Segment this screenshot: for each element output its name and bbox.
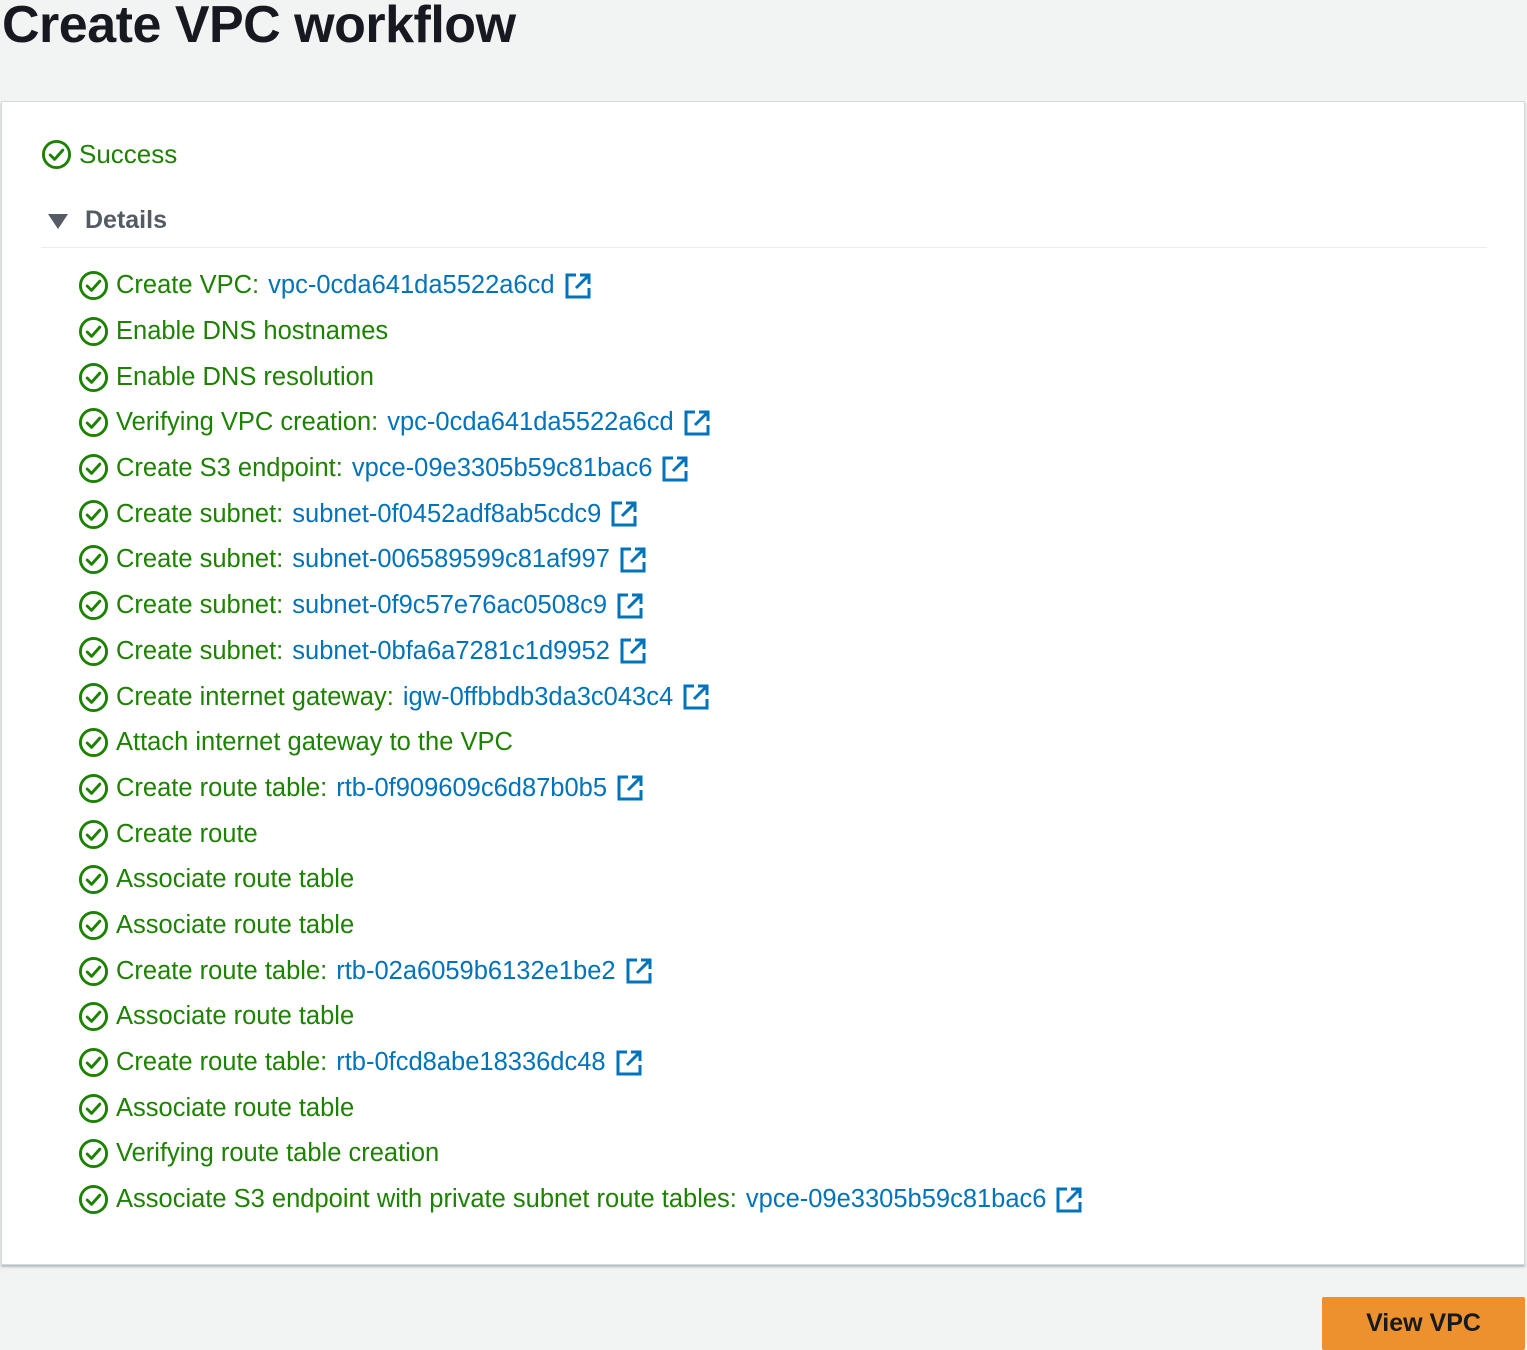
step-label: Create S3 endpoint: (116, 454, 343, 483)
external-link-icon[interactable] (1055, 1186, 1083, 1214)
external-link-icon[interactable] (619, 637, 647, 665)
resource-link[interactable]: subnet-006589599c81af997 (292, 545, 610, 574)
step-item: Enable DNS resolution (78, 354, 1083, 400)
external-link-icon[interactable] (625, 957, 653, 985)
external-link-icon[interactable] (564, 272, 592, 300)
step-item: Associate route table (78, 1085, 1083, 1131)
resource-link[interactable]: vpc-0cda641da5522a6cd (268, 271, 554, 300)
check-circle-icon (78, 682, 109, 712)
step-label: Create subnet: (116, 499, 284, 528)
step-label: Create subnet: (116, 636, 284, 665)
external-link-icon[interactable] (619, 546, 647, 574)
check-circle-icon (78, 317, 109, 347)
step-label: Verifying VPC creation: (116, 408, 379, 437)
check-circle-icon (78, 636, 109, 666)
step-item: Verifying VPC creation: vpc-0cda641da5522… (78, 400, 1083, 446)
check-circle-icon (78, 819, 109, 849)
step-item: Create subnet: subnet-006589599c81af997 (78, 537, 1083, 583)
view-vpc-button[interactable]: View VPC (1322, 1297, 1525, 1350)
step-label: Attach internet gateway to the VPC (116, 728, 513, 757)
check-circle-icon (78, 408, 109, 438)
resource-link[interactable]: rtb-02a6059b6132e1be2 (336, 957, 615, 986)
external-link-icon[interactable] (616, 592, 644, 620)
step-item: Create VPC: vpc-0cda641da5522a6cd (78, 263, 1083, 309)
step-label: Enable DNS hostnames (116, 317, 389, 346)
resource-link[interactable]: igw-0ffbbdb3da3c043c4 (403, 683, 673, 712)
step-label: Create subnet: (116, 591, 284, 620)
step-item: Associate S3 endpoint with private subne… (78, 1177, 1083, 1223)
check-circle-icon (78, 728, 109, 758)
check-circle-icon (78, 1185, 109, 1215)
step-item: Associate route table (78, 994, 1083, 1040)
step-label: Create subnet: (116, 545, 284, 574)
check-circle-icon (78, 591, 109, 621)
step-label: Associate route table (116, 865, 355, 894)
check-circle-icon (78, 1048, 109, 1078)
external-link-icon[interactable] (610, 500, 638, 528)
check-circle-icon (78, 910, 109, 940)
check-circle-icon (41, 139, 72, 169)
check-circle-icon (78, 865, 109, 895)
details-label: Details (85, 206, 167, 234)
resource-link[interactable]: vpc-0cda641da5522a6cd (387, 408, 673, 437)
step-item: Create route table: rtb-0fcd8abe18336dc48 (78, 1040, 1083, 1086)
step-item: Enable DNS hostnames (78, 309, 1083, 355)
external-link-icon[interactable] (683, 409, 711, 437)
step-label: Create internet gateway: (116, 682, 394, 711)
step-item: Create subnet: subnet-0f9c57e76ac0508c9 (78, 583, 1083, 629)
check-circle-icon (78, 362, 109, 392)
step-label: Create route table: (116, 773, 328, 802)
check-circle-icon (78, 956, 109, 986)
step-item: Create route table: rtb-0f909609c6d87b0b5 (78, 766, 1083, 812)
check-circle-icon (78, 773, 109, 803)
caret-down-icon (48, 214, 68, 229)
step-label: Create route table: (116, 1048, 328, 1077)
status-label: Success (79, 138, 178, 169)
step-item: Create subnet: subnet-0bfa6a7281c1d9952 (78, 629, 1083, 675)
check-circle-icon (78, 454, 109, 484)
check-circle-icon (78, 545, 109, 575)
step-label: Associate route table (116, 910, 355, 939)
resource-link[interactable]: rtb-0f909609c6d87b0b5 (336, 774, 607, 803)
resource-link[interactable]: vpce-09e3305b59c81bac6 (352, 454, 653, 483)
external-link-icon[interactable] (616, 774, 644, 802)
step-item: Associate route table (78, 857, 1083, 903)
page-title: Create VPC workflow (2, 0, 516, 54)
step-item: Verifying route table creation (78, 1131, 1083, 1177)
check-circle-icon (78, 271, 109, 301)
step-item: Create internet gateway: igw-0ffbbdb3da3c… (78, 674, 1083, 720)
step-label: Verifying route table creation (116, 1139, 440, 1168)
status-indicator: Success (41, 136, 177, 172)
step-item: Create route table: rtb-02a6059b6132e1be2 (78, 948, 1083, 994)
step-item: Attach internet gateway to the VPC (78, 720, 1083, 766)
workflow-panel: Success Details Create VPC: vpc-0cda641da… (1, 101, 1525, 1265)
step-item: Create route (78, 811, 1083, 857)
check-circle-icon (78, 1002, 109, 1032)
step-label: Create VPC: (116, 271, 260, 300)
step-label: Associate S3 endpoint with private subne… (116, 1185, 737, 1214)
resource-link[interactable]: vpce-09e3305b59c81bac6 (746, 1185, 1047, 1214)
external-link-icon[interactable] (661, 455, 689, 483)
external-link-icon[interactable] (615, 1049, 643, 1077)
details-toggle[interactable]: Details (48, 206, 167, 235)
external-link-icon[interactable] (682, 683, 710, 711)
step-label: Create route (116, 819, 258, 848)
step-item: Associate route table (78, 903, 1083, 949)
step-label: Associate route table (116, 1002, 355, 1031)
check-circle-icon (78, 1093, 109, 1123)
step-item: Create subnet: subnet-0f0452adf8ab5cdc9 (78, 491, 1083, 537)
step-label: Create route table: (116, 956, 328, 985)
resource-link[interactable]: subnet-0f9c57e76ac0508c9 (292, 591, 607, 620)
check-circle-icon (78, 1139, 109, 1169)
step-label: Enable DNS resolution (116, 362, 374, 391)
step-label: Associate route table (116, 1093, 355, 1122)
steps-list: Create VPC: vpc-0cda641da5522a6cd Enable D… (78, 263, 1083, 1222)
resource-link[interactable]: subnet-0f0452adf8ab5cdc9 (292, 500, 601, 529)
check-circle-icon (78, 499, 109, 529)
resource-link[interactable]: subnet-0bfa6a7281c1d9952 (292, 637, 610, 666)
step-item: Create S3 endpoint: vpce-09e3305b59c81bac… (78, 446, 1083, 492)
divider (41, 247, 1487, 248)
resource-link[interactable]: rtb-0fcd8abe18336dc48 (336, 1048, 605, 1077)
